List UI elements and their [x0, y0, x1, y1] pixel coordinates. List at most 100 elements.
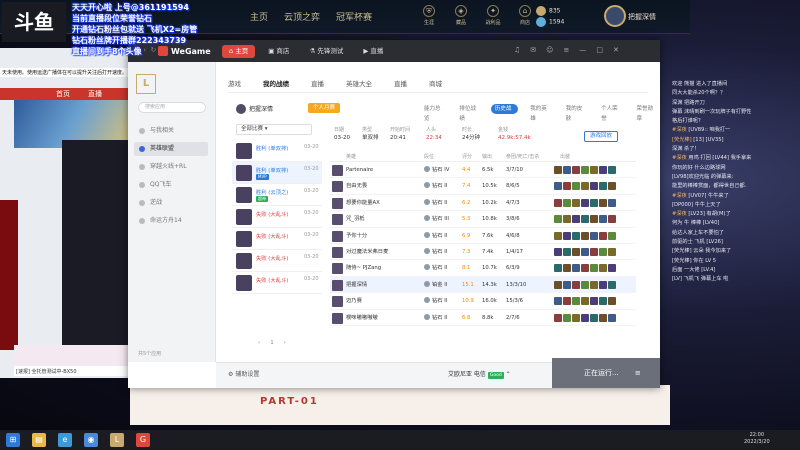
match-badge: 超神: [256, 196, 268, 202]
wegame-nav-2[interactable]: ⚗ 先锋测试: [302, 45, 350, 58]
wegame-icon[interactable]: G: [136, 433, 150, 447]
table-row[interactable]: Partenaire 钻石 IV 4.4 6.5k 3/7/10: [330, 162, 636, 179]
running-status-button[interactable]: 正在运行... ≡: [552, 358, 660, 388]
wegame-nav-3[interactable]: ▶ 直播: [356, 45, 390, 58]
match-item[interactable]: 胜利 (单双排) 03-20 MVP: [232, 162, 322, 184]
section-tab-1[interactable]: 我的战绩: [263, 78, 289, 88]
table-row[interactable]: 对过魔法米弗日麦 钻石 II 7.3 7.4k 1/4/17: [330, 244, 636, 261]
folder-icon[interactable]: ▤: [32, 433, 46, 447]
match-item[interactable]: 失败 (大乱斗) 03-20: [232, 250, 322, 272]
champion-icon: [332, 296, 343, 308]
sidebar-item-2[interactable]: 穿越火线+RL: [134, 160, 208, 174]
lol-icon-3[interactable]: ⌂ 商店: [514, 5, 536, 26]
section-tab-0[interactable]: 游戏: [228, 78, 241, 88]
record-tab-6[interactable]: 荣誉勋章: [633, 104, 660, 122]
replay-button[interactable]: 游戏回放: [584, 131, 619, 142]
table-row[interactable]: 樱咪嗷嗷嗷嗷 钻石 II 6.8 8.8k 2/7/6: [330, 310, 636, 326]
server-select[interactable]: 艾欧尼亚 电信 Good ⌃: [448, 369, 511, 379]
match-item[interactable]: 胜利 (云顶之) 03-20 超神: [232, 184, 322, 206]
record-tab-4[interactable]: 我的皮肤: [562, 104, 589, 122]
lol-nav-home[interactable]: 主页: [250, 10, 268, 23]
section-tab-3[interactable]: 英雄大全: [346, 78, 372, 88]
player-name: 想要你能量AX: [346, 199, 380, 206]
pager-prev[interactable]: ‹: [258, 340, 260, 346]
match-filter-select[interactable]: 全部比赛 ▾: [236, 124, 312, 135]
chat-message: [荧光棒] [13] [UV35]: [672, 136, 724, 143]
wegame-nav-1[interactable]: ▣ 商店: [261, 45, 296, 58]
chrome-icon[interactable]: ◉: [84, 433, 98, 447]
table-row[interactable]: 想要你能量AX 钻石 II 6.2 10.2k 4/7/3: [330, 195, 636, 212]
table-row[interactable]: 自由无畏 钻石 II 7.4 10.5k 8/6/5: [330, 178, 636, 195]
table-row[interactable]: 随侍~ PJZang 钻石 II 8.1 10.7k 6/3/9: [330, 260, 636, 277]
profile-name[interactable]: 把握深情: [628, 12, 656, 22]
assist-settings-button[interactable]: ⚙ 辅助设置: [228, 369, 259, 378]
edge-icon[interactable]: e: [58, 433, 72, 447]
menu-icon[interactable]: ≡: [563, 46, 569, 54]
table-row[interactable]: 把握深情 铂金 II 15.1 14.3k 13/3/10: [330, 276, 636, 294]
match-result: 失败 (大乱斗): [256, 256, 289, 262]
app-icon: [139, 218, 145, 224]
player-kda: 4/7/3: [506, 199, 520, 206]
table-row[interactable]: 迈乃赛 钻石 II 10.9 16.0k 15/3/6: [330, 293, 636, 310]
item-icon: [554, 247, 562, 256]
pager-next[interactable]: ›: [284, 340, 286, 346]
app-search-input[interactable]: 搜索应用: [138, 102, 206, 113]
rank-tag[interactable]: 个人月赛: [308, 103, 341, 113]
player-kda: 13/3/10: [506, 281, 527, 288]
sidebar-footer: 共5个应用: [138, 351, 162, 357]
match-item[interactable]: 胜利 (单双排) 03-20: [232, 140, 322, 162]
record-tab-2[interactable]: 历史战绩: [490, 104, 519, 122]
browser-tabbar: 首页 直播: [0, 88, 128, 100]
chat-message: 何为 牛 棒棒 [LV40]: [672, 220, 720, 227]
player-items: [540, 178, 616, 193]
match-item[interactable]: 失败 (大乱斗) 03-20: [232, 206, 322, 228]
browser-tab-home[interactable]: 首页: [56, 89, 70, 99]
user-icon[interactable]: ☺: [546, 46, 553, 54]
section-tab-5[interactable]: 商城: [429, 78, 442, 88]
lol-nav-cup[interactable]: 冠军杯赛: [336, 10, 372, 23]
record-tab-3[interactable]: 我的英雄: [526, 104, 553, 122]
record-tab-5[interactable]: 个人荣誉: [597, 104, 624, 122]
lol-icon-0[interactable]: ⛨ 生涯: [418, 5, 440, 26]
sidebar-item-5[interactable]: 命运方舟14: [134, 214, 208, 228]
lol-icon-2[interactable]: ✦ 战利品: [482, 5, 504, 26]
record-tab-1[interactable]: 排位战绩: [455, 104, 482, 122]
lol-nav-tft[interactable]: 云顶之弈: [284, 10, 320, 23]
champion-avatar: [236, 209, 252, 225]
bag-icon: ◈: [455, 5, 467, 17]
rank-emblem-icon: [424, 231, 430, 238]
headset-icon[interactable]: ♫: [514, 46, 520, 54]
sidebar-item-4[interactable]: 逆战: [134, 196, 208, 210]
player-name: Partenaire: [346, 167, 374, 173]
champion-icon: [332, 230, 343, 242]
close-icon[interactable]: ✕: [613, 46, 619, 54]
rank-emblem-icon: [424, 313, 430, 320]
item-icon: [554, 264, 562, 273]
item-icon: [581, 182, 589, 191]
sidebar-item-1[interactable]: 英雄联盟: [134, 142, 208, 156]
item-icon: [599, 313, 607, 322]
item-icon: [608, 247, 616, 256]
minimize-icon[interactable]: —: [579, 46, 586, 54]
item-icon: [581, 280, 589, 289]
record-tab-0[interactable]: 能力总览: [420, 104, 447, 122]
match-item[interactable]: 失败 (大乱斗) 03-20: [232, 272, 322, 294]
pager-page[interactable]: 1: [270, 340, 274, 346]
table-row[interactable]: 予你十分 钻石 II 6.9 7.6k 4/6/8: [330, 228, 636, 244]
windows-icon[interactable]: ⊞: [6, 433, 20, 447]
section-tab-2[interactable]: 直播: [311, 78, 324, 88]
profile-avatar[interactable]: [604, 5, 626, 27]
lol-icon[interactable]: L: [110, 433, 124, 447]
message-icon[interactable]: ✉: [530, 46, 536, 54]
sidebar-item-0[interactable]: 与我相关: [134, 124, 208, 138]
section-tab-4[interactable]: 直播: [394, 78, 407, 88]
maximize-icon[interactable]: □: [596, 46, 603, 54]
sidebar-item-3[interactable]: QQ飞车: [134, 178, 208, 192]
table-row[interactable]: 咒_羽柢 钻石 III 5.3 10.8k 3/8/6: [330, 211, 636, 228]
match-result: 失败 (大乱斗): [256, 212, 289, 218]
browser-tab-live[interactable]: 直播: [88, 89, 102, 99]
item-icon: [563, 182, 571, 191]
match-date: 03-20: [304, 188, 319, 194]
match-item[interactable]: 失败 (大乱斗) 03-20: [232, 228, 322, 250]
lol-icon-1[interactable]: ◈ 藏品: [450, 5, 472, 26]
